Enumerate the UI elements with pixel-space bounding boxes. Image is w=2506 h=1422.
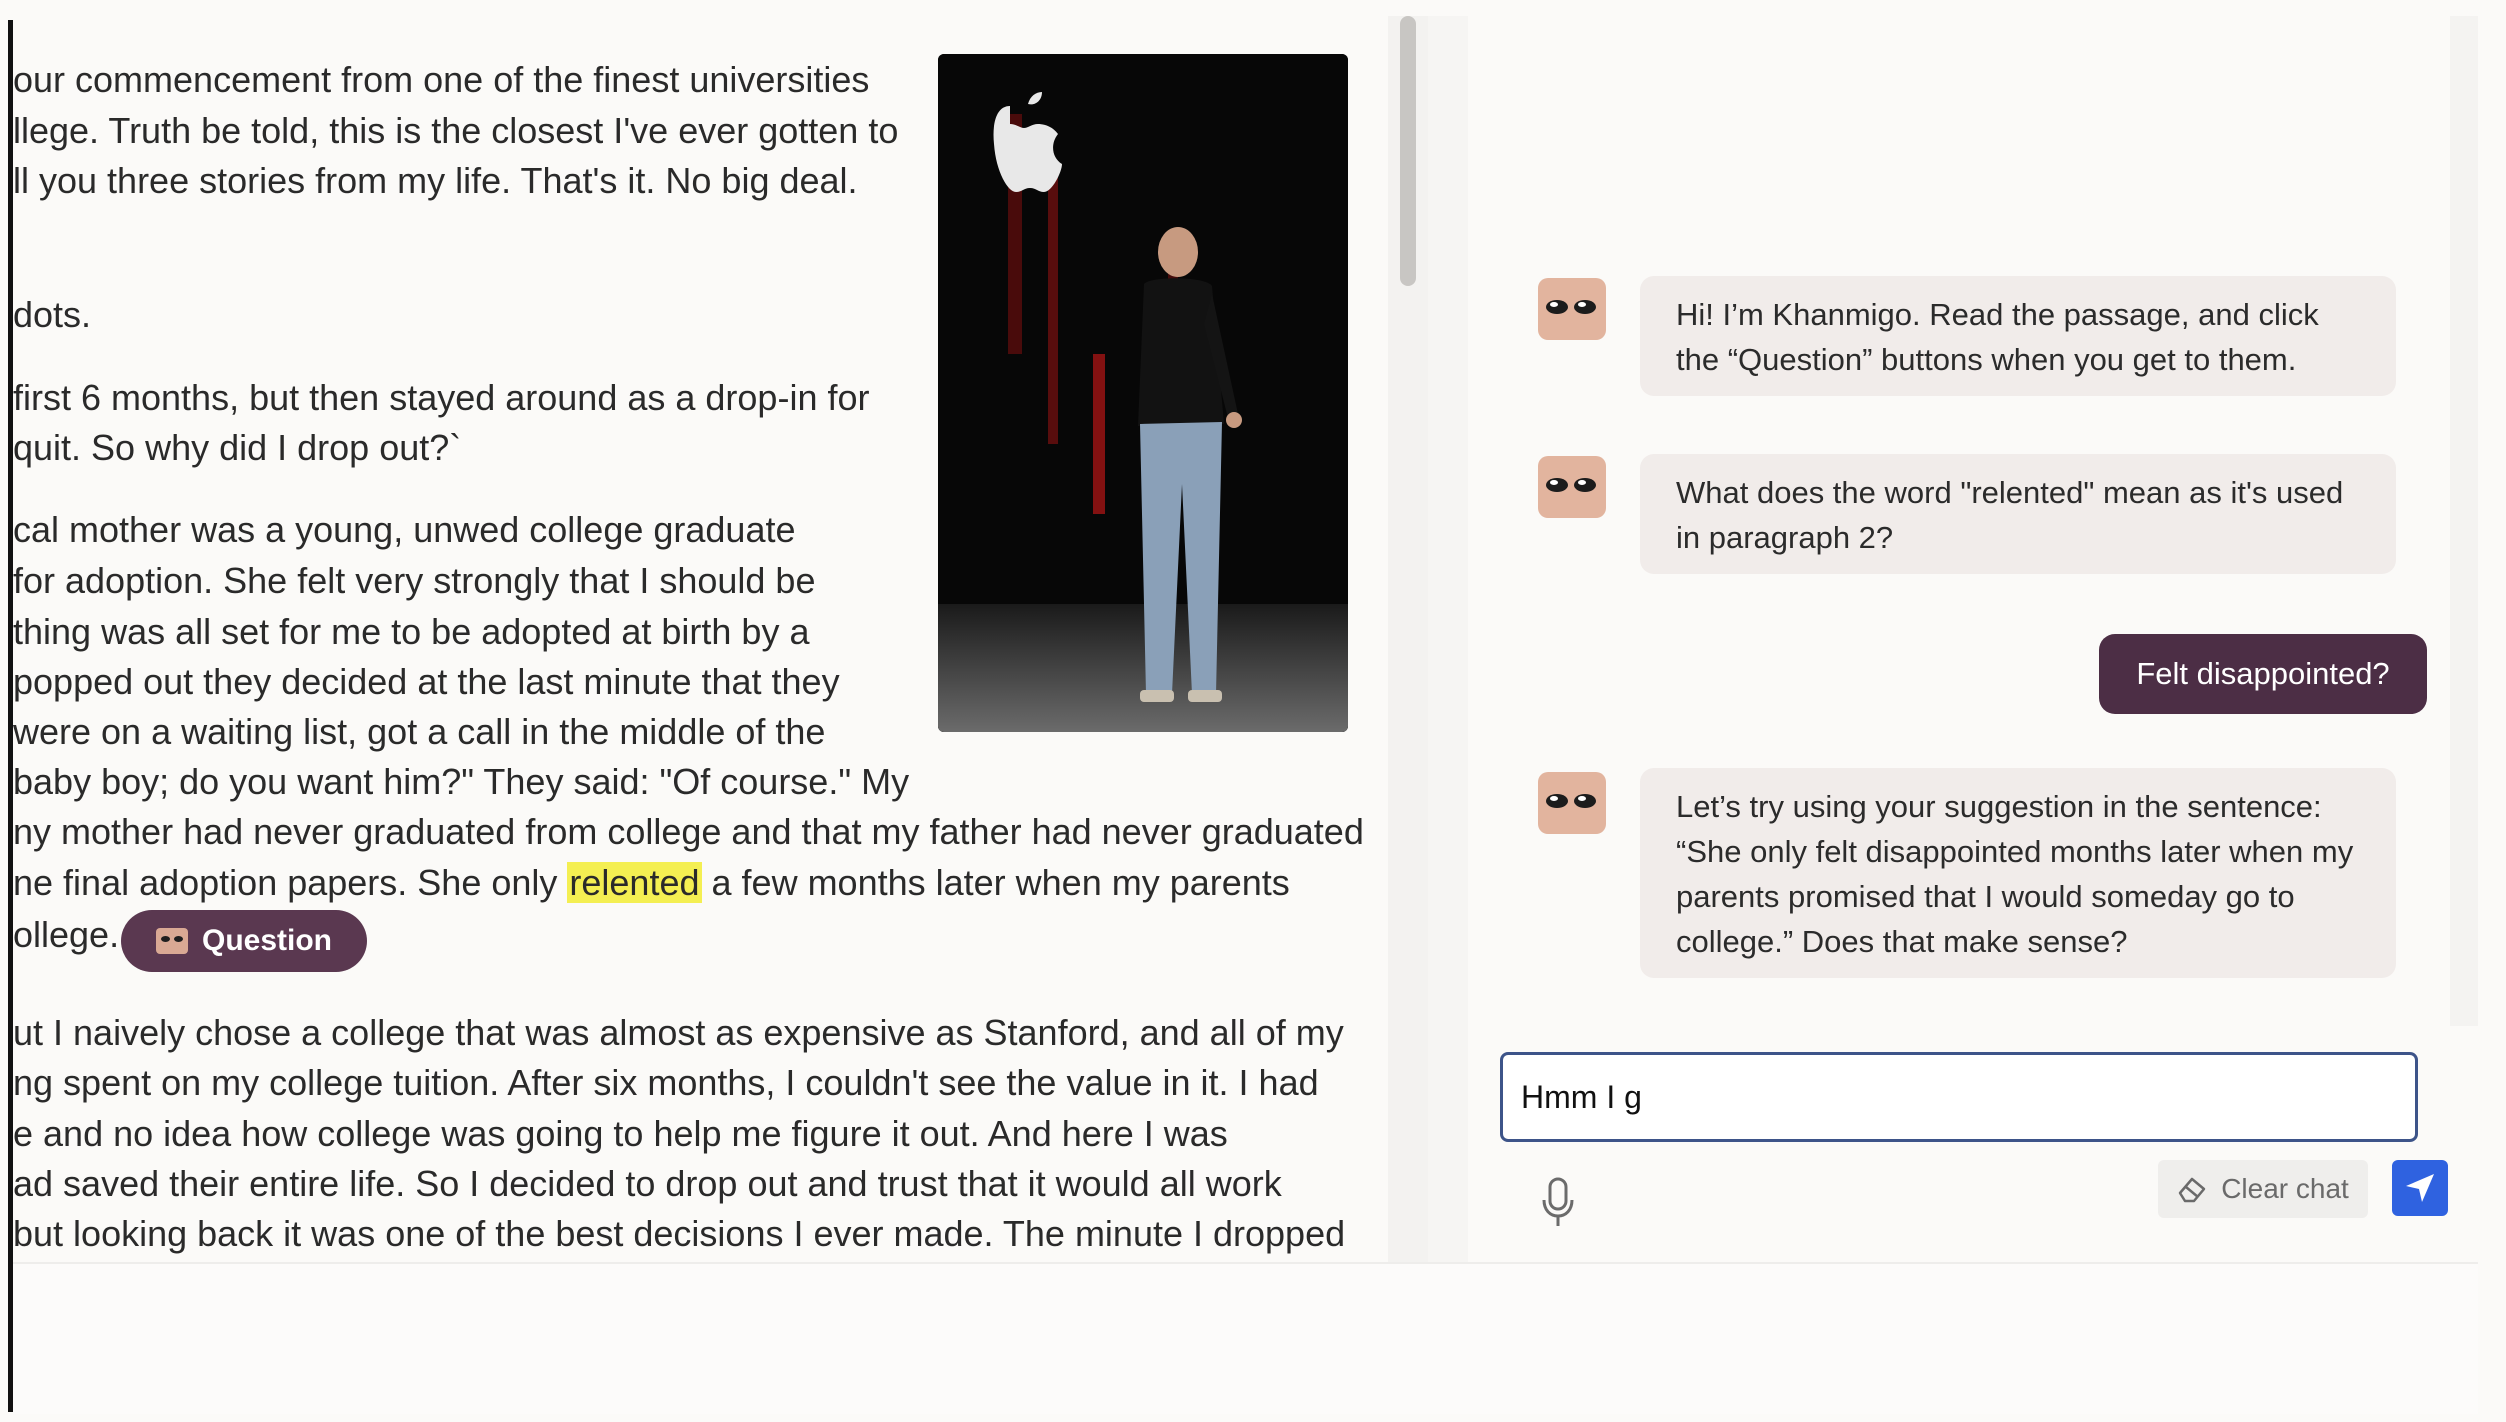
avatar-eye-icon [1546, 300, 1568, 314]
speaker-photo [938, 54, 1348, 732]
passage-line: ng spent on my college tuition. After si… [13, 1062, 1319, 1103]
eraser-icon [2178, 1177, 2206, 1203]
clear-chat-button[interactable]: Clear chat [2158, 1160, 2368, 1218]
bottom-area [13, 1262, 2478, 1414]
user-message: Felt disappointed? [2099, 634, 2427, 714]
assistant-message: Let’s try using your suggestion in the s… [1640, 768, 2396, 978]
chat-panel: Hi! I’m Khanmigo. Read the passage, and … [1468, 16, 2478, 1262]
passage-line: were on a waiting list, got a call in th… [13, 711, 826, 752]
passage-scrollbar-thumb[interactable] [1400, 16, 1416, 286]
microphone-icon [1542, 1177, 1574, 1226]
send-icon [2406, 1174, 2434, 1202]
avatar-eye-icon [1574, 300, 1596, 314]
panel-divider [1428, 16, 1468, 1262]
passage-line: ll you three stories from my life. That'… [13, 160, 858, 201]
question-button[interactable]: Question [121, 910, 367, 972]
passage-line: for adoption. She felt very strongly tha… [13, 560, 816, 601]
avatar-eye-icon [1574, 794, 1596, 808]
passage-line: ny mother had never graduated from colle… [13, 811, 1364, 852]
passage-line: ad saved their entire life. So I decided… [13, 1163, 1282, 1204]
assistant-message: What does the word "relented" mean as it… [1640, 454, 2396, 574]
khanmigo-avatar [1538, 456, 1606, 518]
passage-line: ut I naively chose a college that was al… [13, 1012, 1344, 1053]
passage-line: e and no idea how college was going to h… [13, 1113, 1228, 1154]
passage-line: thing was all set for me to be adopted a… [13, 611, 810, 652]
khanmigo-avatar [1538, 772, 1606, 834]
microphone-button[interactable] [1540, 1176, 1576, 1230]
passage-line: ollege. [13, 914, 120, 955]
question-button-label: Question [201, 924, 332, 957]
khanmigo-icon [155, 928, 188, 954]
passage-line: popped out they decided at the last minu… [13, 661, 840, 702]
assistant-message: Hi! I’m Khanmigo. Read the passage, and … [1640, 276, 2396, 396]
passage-line: first 6 months, but then stayed around a… [13, 377, 870, 418]
stage-photo-illustration [938, 54, 1348, 732]
chat-scrollbar[interactable] [2450, 16, 2478, 1026]
reading-passage: our commencement from one of the finest … [13, 16, 1388, 1262]
avatar-eye-icon [1546, 794, 1568, 808]
passage-line: cal mother was a young, unwed college gr… [13, 509, 796, 550]
passage-text: ne final adoption papers. She only [13, 862, 568, 903]
clear-chat-label: Clear chat [2221, 1173, 2349, 1204]
passage-line: but looking back it was one of the best … [13, 1213, 1346, 1254]
avatar-eye-icon [1546, 478, 1568, 492]
highlighted-word: relented [567, 862, 702, 903]
avatar-eye-icon [1574, 478, 1596, 492]
chat-input-container [1500, 1052, 2418, 1142]
chat-input[interactable] [1519, 1077, 2415, 1117]
passage-line-adoption: ne final adoption papers. She only relen… [13, 858, 1290, 908]
send-button[interactable] [2392, 1160, 2448, 1216]
passage-line: llege. Truth be told, this is the closes… [13, 110, 899, 151]
khanmigo-avatar [1538, 278, 1606, 340]
passage-text: a few months later when my parents [701, 862, 1290, 903]
passage-line: baby boy; do you want him?" They said: "… [13, 761, 910, 802]
passage-line: quit. So why did I drop out?` [13, 427, 462, 468]
passage-line: dots. [13, 294, 92, 335]
passage-line: our commencement from one of the finest … [13, 59, 870, 100]
